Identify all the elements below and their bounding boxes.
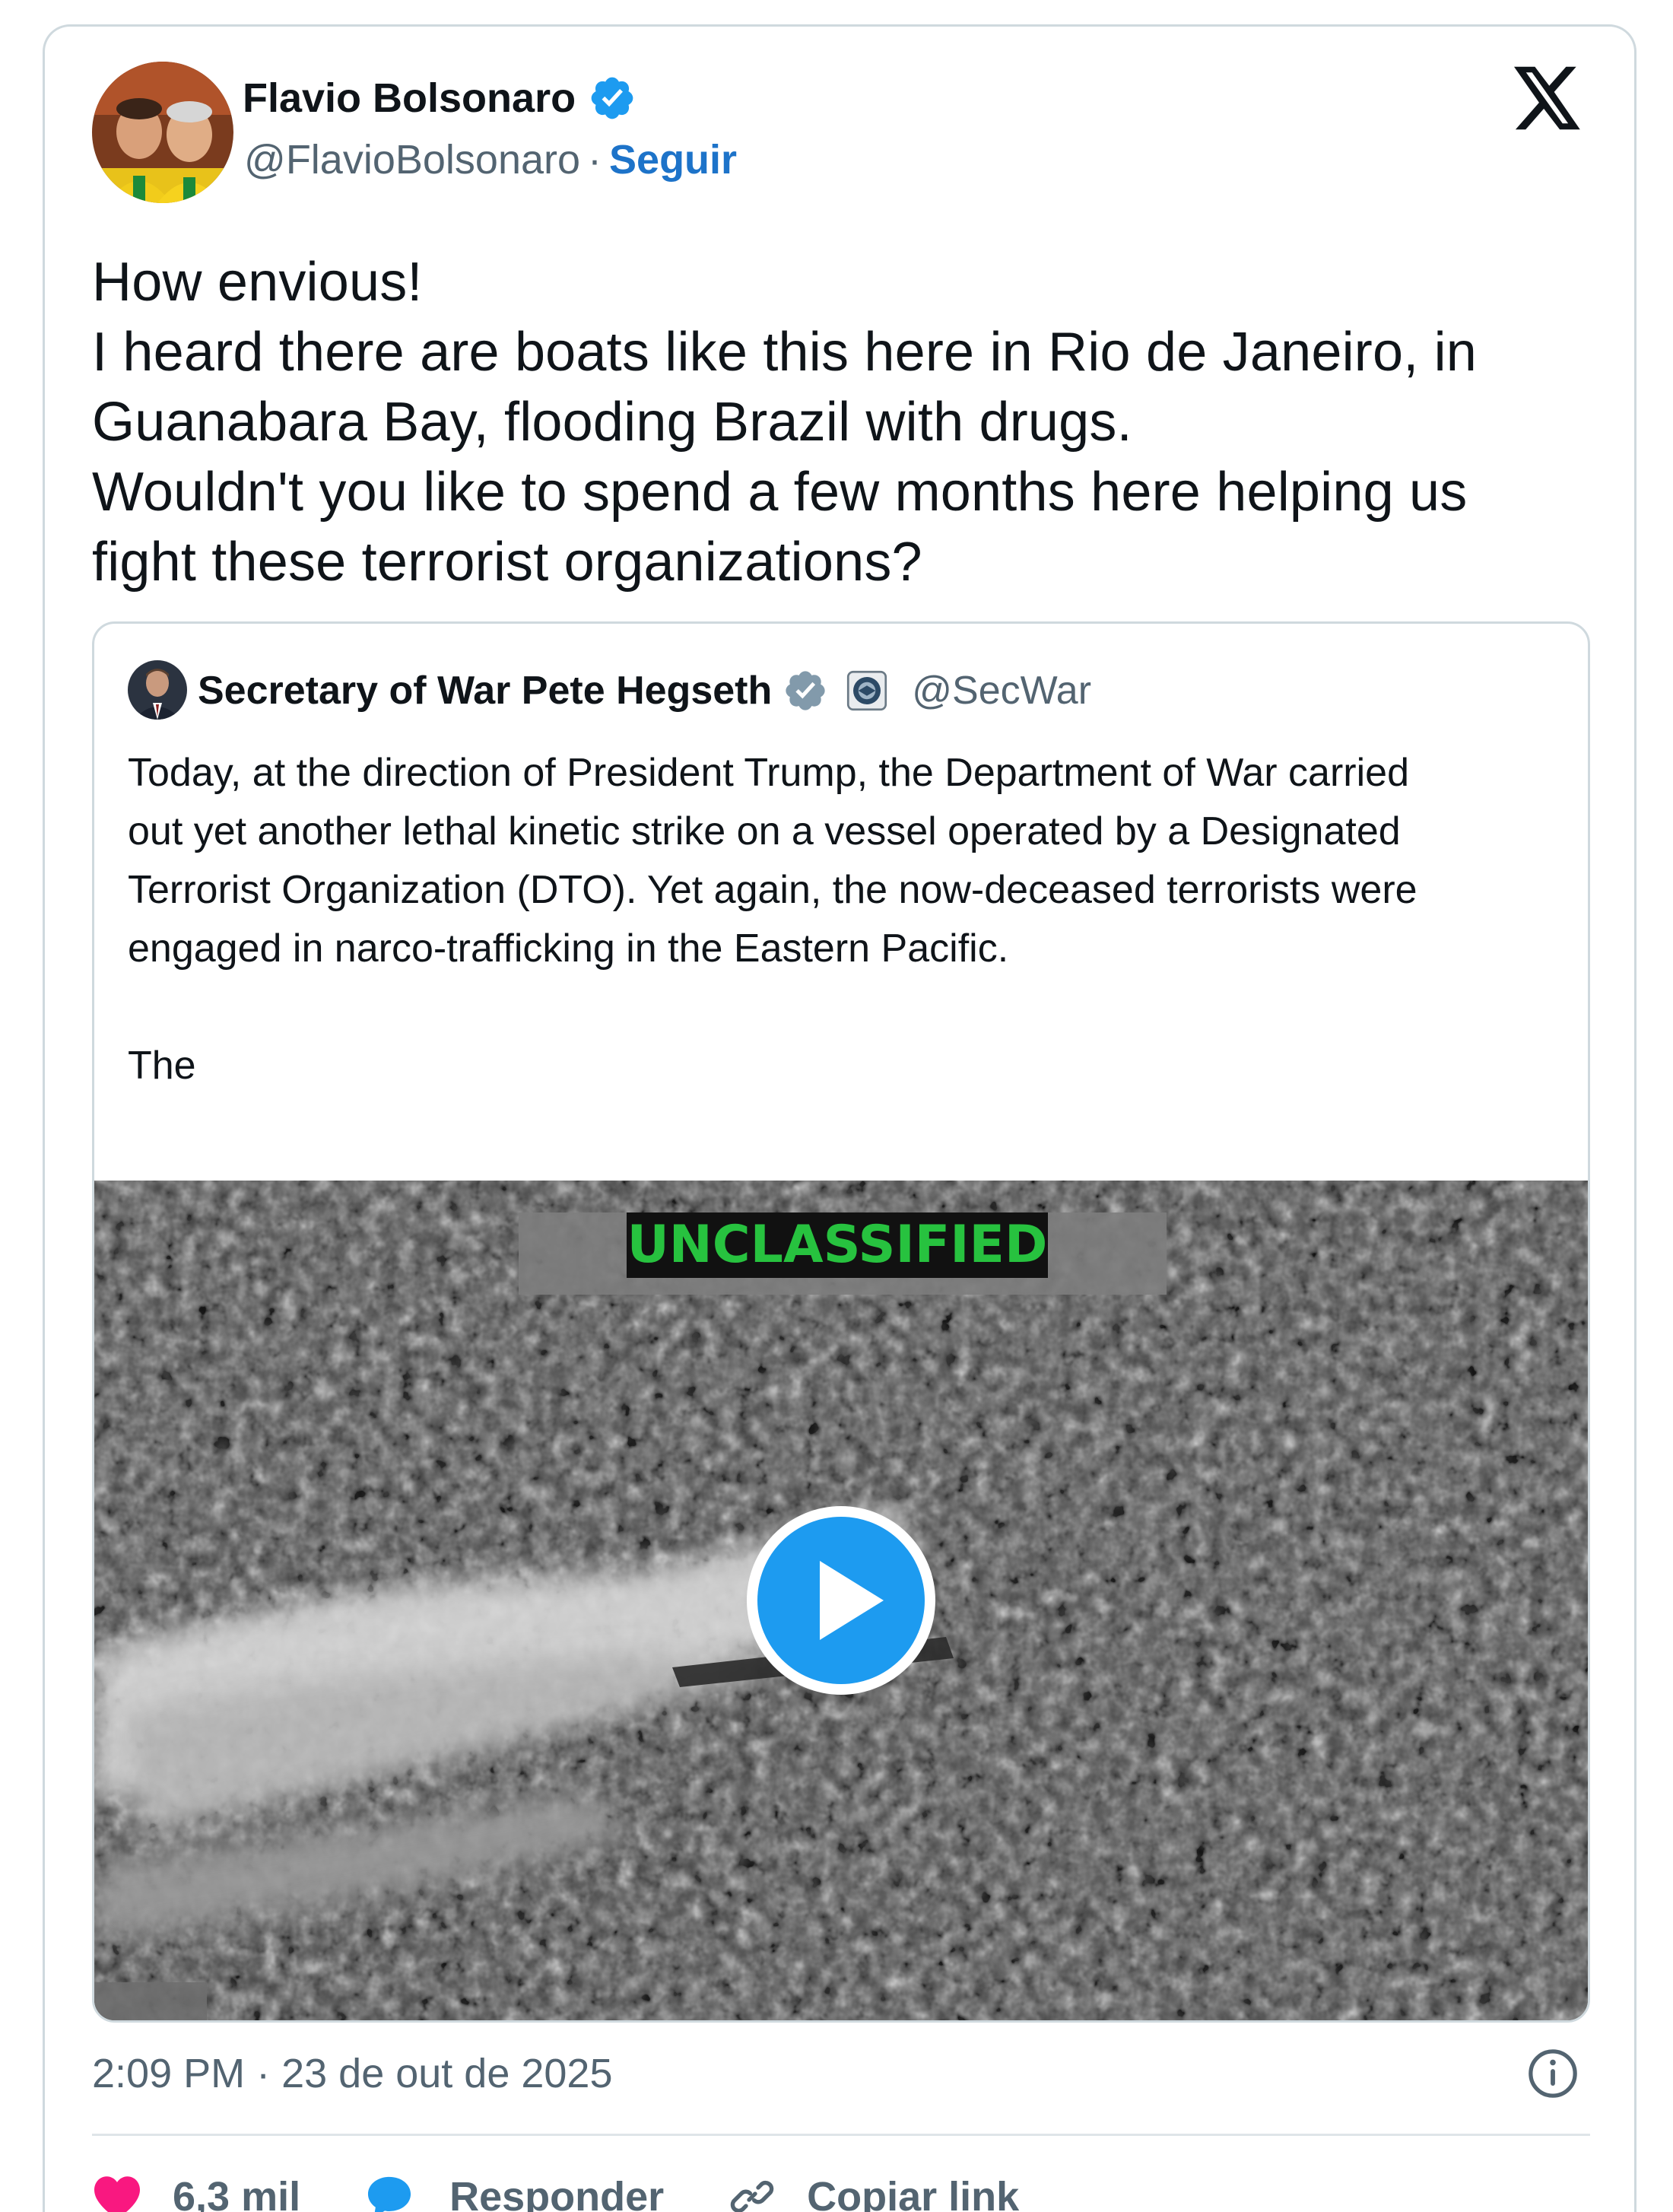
reply-bubble-icon — [368, 2176, 411, 2212]
tweet-card: Flavio Bolsonaro @FlavioBolsonaro · Segu… — [43, 24, 1636, 2212]
quote-author-handle[interactable]: @SecWar — [912, 671, 1091, 710]
author-name-row: Flavio Bolsonaro — [243, 74, 637, 122]
tweet-text-line: Guanabara Bay, flooding Brazil with drug… — [92, 392, 1132, 453]
heart-icon — [94, 2176, 140, 2212]
author-handle[interactable]: @FlavioBolsonaro — [244, 139, 580, 180]
footer-divider — [92, 2134, 1590, 2136]
author-handle-row: @FlavioBolsonaro · Seguir — [244, 139, 737, 180]
video-controls-stub — [94, 1982, 207, 2020]
reply-label: Responder — [449, 2174, 665, 2212]
avatar[interactable] — [92, 62, 233, 203]
copy-link-label: Copiar link — [807, 2174, 1020, 2212]
quote-header: Secretary of War Pete Hegseth @SecWar — [198, 663, 1091, 718]
quote-author-name[interactable]: Secretary of War Pete Hegseth — [198, 671, 772, 710]
reply-button[interactable]: Responder — [364, 2172, 664, 2212]
info-icon[interactable] — [1526, 2047, 1579, 2100]
copy-link-button[interactable]: Copiar link — [728, 2172, 1019, 2212]
quote-text-line: out yet another lethal kinetic strike on… — [128, 809, 1401, 853]
tweet-text-line: Wouldn't you like to spend a few months … — [92, 462, 1468, 523]
quote-text-line: Today, at the direction of President Tru… — [128, 751, 1409, 795]
quote-text-line: Terrorist Organization (DTO). Yet again,… — [128, 868, 1417, 912]
like-button[interactable]: 6,3 mil — [92, 2173, 300, 2212]
tweet-text: How envious! I heard there are boats lik… — [92, 247, 1605, 597]
x-logo-icon[interactable] — [1514, 66, 1583, 130]
tweet-timestamp[interactable]: 2:09 PM · 23 de out de 2025 — [92, 2053, 613, 2094]
quote-text: Today, at the direction of President Tru… — [128, 744, 1565, 1095]
follow-button[interactable]: Seguir — [609, 139, 737, 180]
quote-text-line: engaged in narco-trafficking in the East… — [128, 926, 1009, 971]
likes-count: 6,3 mil — [173, 2174, 301, 2212]
separator-dot: · — [588, 137, 602, 183]
action-bar: 6,3 mil Responder Copiar link — [92, 2170, 1019, 2212]
tweet-text-line: I heard there are boats like this here i… — [92, 322, 1478, 383]
tweet-text-line: How envious! — [92, 252, 423, 313]
tweet-text-line: fight these terrorist organizations? — [92, 532, 922, 593]
verified-badge-icon — [591, 77, 633, 119]
gray-verified-badge-icon — [786, 671, 825, 710]
department-seal-icon[interactable] — [846, 670, 887, 711]
play-icon[interactable] — [744, 1503, 938, 1698]
author-name[interactable]: Flavio Bolsonaro — [243, 78, 576, 119]
link-icon — [730, 2180, 774, 2212]
quoted-tweet[interactable]: Secretary of War Pete Hegseth @SecWar To… — [92, 621, 1590, 2023]
video-thumbnail[interactable]: UNCLASSIFIED — [94, 1181, 1588, 2020]
classification-label: UNCLASSIFIED — [627, 1212, 1048, 1278]
quote-avatar[interactable] — [128, 660, 187, 720]
quote-truncated-text: The — [128, 1044, 196, 1088]
